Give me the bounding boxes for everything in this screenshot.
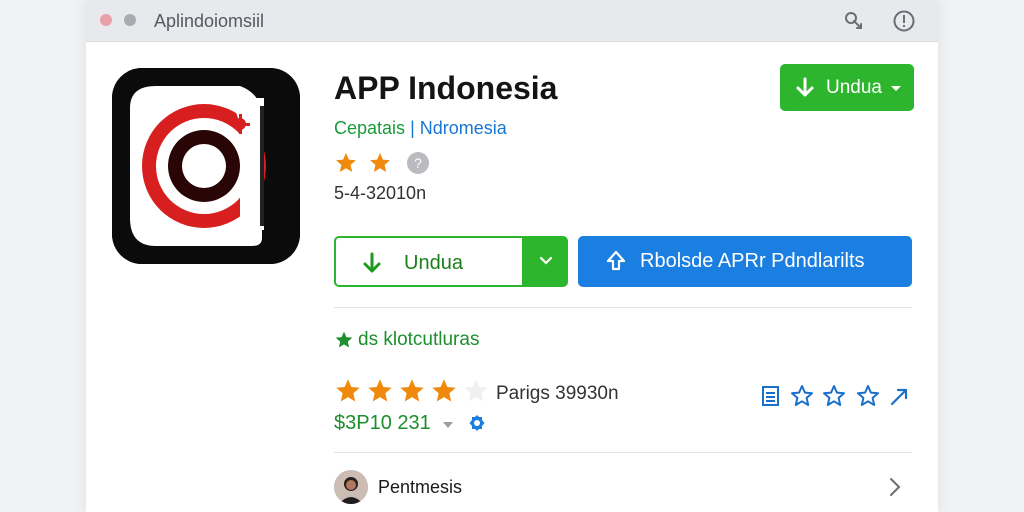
app-category-link[interactable]: Cepatais — [334, 118, 405, 138]
star-icon — [368, 379, 392, 402]
avatar — [334, 470, 368, 504]
top-install-label: Undua — [826, 77, 882, 98]
download-icon — [796, 77, 814, 97]
share-arrow-icon[interactable] — [888, 384, 912, 408]
secondary-action-button[interactable]: Rbolsde APRr Pdndlarilts — [578, 236, 912, 287]
install-label: Undua — [404, 252, 463, 274]
chevron-down-icon — [539, 256, 553, 265]
star-outline-icon[interactable] — [856, 384, 880, 408]
install-options-dropdown[interactable] — [524, 236, 568, 287]
window-title: Aplindoiomsiil — [154, 11, 265, 31]
app-title: APP Indonesia — [334, 70, 558, 106]
top-install-button[interactable]: Undua — [780, 64, 914, 111]
close-window-button[interactable] — [100, 14, 112, 26]
chevron-down-icon — [891, 86, 901, 91]
star-icon — [432, 379, 456, 402]
minimize-window-button[interactable] — [124, 14, 136, 26]
app-subtitle: Cepatais | Ndromesia — [334, 118, 507, 139]
secondary-action-label: Rbolsde APRr Pdndlarilts — [640, 250, 865, 272]
install-button[interactable]: Undua — [334, 236, 524, 287]
caret-down-icon[interactable] — [442, 421, 454, 429]
share-icon[interactable] — [842, 9, 866, 33]
svg-text:?: ? — [414, 155, 422, 171]
divider — [334, 452, 912, 453]
upload-icon — [606, 250, 626, 271]
star-outline-icon[interactable] — [822, 384, 846, 408]
ratings-count: Parigs 39930n — [496, 383, 619, 404]
star-icon — [400, 379, 424, 402]
star-icon — [336, 153, 356, 172]
separator: | — [410, 118, 415, 138]
publisher-link[interactable]: Ndromesia — [420, 118, 507, 138]
developer-name: Pentmesis — [378, 477, 463, 497]
title-bar: Aplindoiomsiil — [86, 0, 938, 42]
features-label: ds klotcutluras — [358, 329, 480, 350]
star-outline-icon[interactable] — [790, 384, 814, 408]
list-icon[interactable] — [760, 384, 782, 408]
star-icon — [370, 153, 390, 172]
price-label: $3P10 231 — [334, 412, 431, 434]
chevron-right-icon[interactable] — [888, 476, 902, 498]
star-icon — [336, 379, 360, 402]
app-window: Aplindoiomsiil APP Indonesia Cepatais | … — [86, 0, 938, 512]
star-empty-icon — [464, 379, 488, 402]
divider — [334, 307, 912, 308]
app-icon — [112, 68, 300, 264]
app-version: 5-4-32010n — [334, 183, 427, 203]
star-icon — [335, 331, 353, 348]
download-icon — [363, 252, 381, 273]
verified-badge-icon — [469, 415, 485, 431]
info-icon[interactable] — [892, 9, 916, 33]
developer-row[interactable]: Pentmesis — [334, 468, 912, 506]
help-icon[interactable]: ? — [406, 151, 430, 175]
